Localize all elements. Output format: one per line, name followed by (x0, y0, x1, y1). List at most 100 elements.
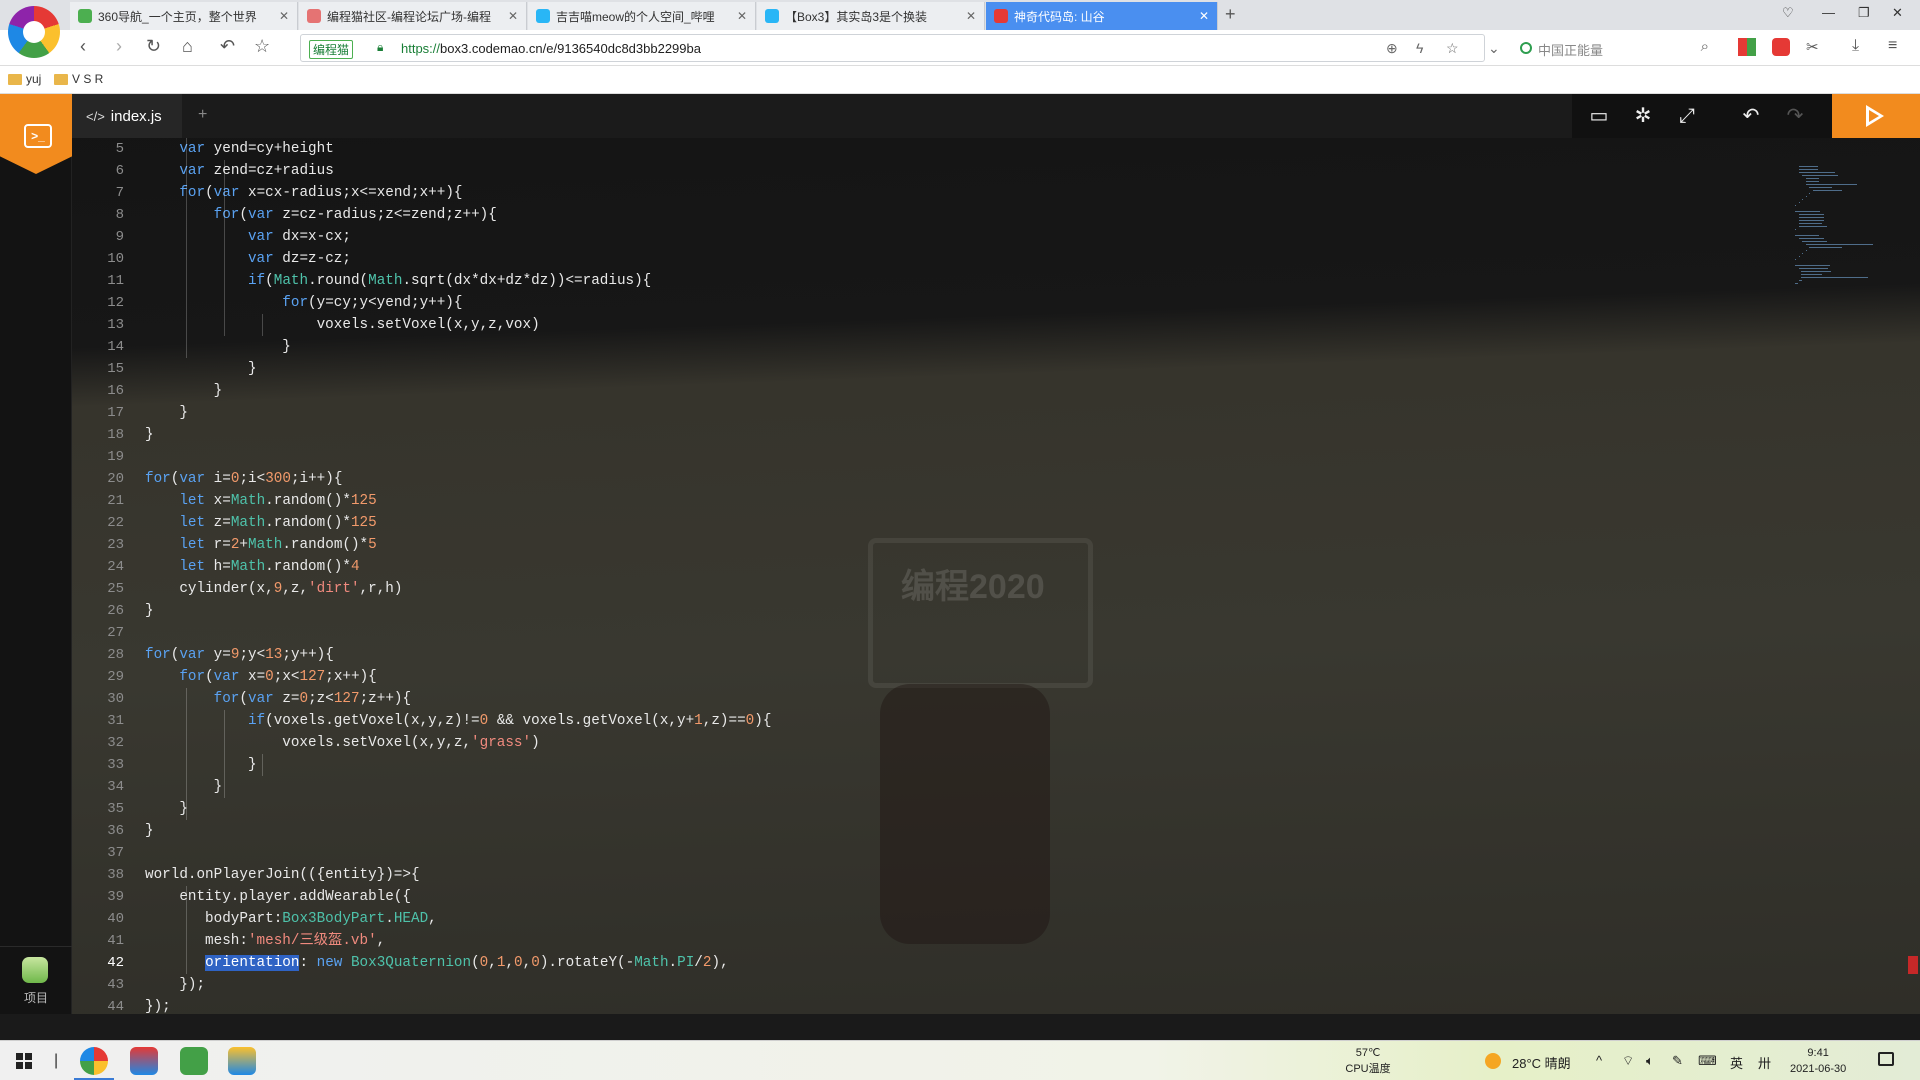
code-line[interactable]: for(var z=cz-radius;z<=zend;z++){ (145, 204, 771, 226)
debug-bug-icon[interactable]: ✲ (1630, 103, 1656, 129)
code-line[interactable]: var yend=cy+height (145, 138, 771, 160)
fullscreen-icon[interactable]: ⤢ (1674, 103, 1700, 129)
restore-icon[interactable]: ❐ (1858, 5, 1870, 21)
code-line[interactable]: var zend=cz+radius (145, 160, 771, 182)
close-tab-icon[interactable]: ✕ (508, 9, 518, 23)
weather-text[interactable]: 28°C 晴朗 (1512, 1053, 1571, 1072)
code-line[interactable]: for(var x=cx-radius;x<=xend;x++){ (145, 182, 771, 204)
task-view-icon[interactable]: | (54, 1052, 58, 1070)
code-line[interactable]: cylinder(x,9,z,'dirt',r,h) (145, 578, 771, 600)
code-line[interactable]: let x=Math.random()*125 (145, 490, 771, 512)
browser-tab-3[interactable]: 吉吉喵meow的个人空间_哔哩 ✕ (528, 2, 756, 30)
reload-icon[interactable]: ↻ (146, 36, 161, 57)
bookmark-folder-yuj[interactable]: yuj (8, 72, 41, 86)
code-line[interactable]: let h=Math.random()*4 (145, 556, 771, 578)
system-clock[interactable]: 9:41 2021-06-30 (1790, 1045, 1846, 1077)
search-box[interactable]: 中国正能量 ⌕ (1510, 34, 1715, 62)
pen-icon[interactable]: ✎ (1672, 1053, 1683, 1069)
code-line[interactable]: voxels.setVoxel(x,y,z,'grass') (145, 732, 771, 754)
undo-icon[interactable]: ↶ (1738, 103, 1764, 129)
code-line[interactable]: voxels.setVoxel(x,y,z,vox) (145, 314, 771, 336)
bookmark-folder-vsr[interactable]: V S R (54, 72, 103, 86)
code-line[interactable]: var dx=x-cx; (145, 226, 771, 248)
classroom-taskbar-icon[interactable] (180, 1047, 208, 1075)
tray-expand-icon[interactable]: ^ (1596, 1053, 1602, 1068)
code-line[interactable]: } (145, 754, 771, 776)
minimize-icon[interactable]: — (1822, 5, 1835, 20)
code-line[interactable] (145, 622, 771, 644)
code-line[interactable]: } (145, 380, 771, 402)
app-taskbar-icon[interactable] (130, 1047, 158, 1075)
game-taskbar-icon[interactable] (228, 1047, 256, 1075)
close-window-icon[interactable]: ✕ (1892, 5, 1903, 21)
code-line[interactable]: mesh:'mesh/三级盔.vb', (145, 930, 771, 952)
code-line[interactable]: orientation: new Box3Quaternion(0,1,0,0)… (145, 952, 771, 974)
code-area[interactable]: var yend=cy+height var zend=cz+radius fo… (145, 138, 771, 1014)
close-tab-icon[interactable]: ✕ (737, 9, 747, 23)
wifi-icon[interactable]: ⌔ (1622, 1053, 1634, 1069)
browser-tab-2[interactable]: 编程猫社区-编程论坛广场-编程 ✕ (299, 2, 527, 30)
apps-grid-icon[interactable] (1738, 38, 1756, 56)
comment-icon[interactable]: ▭ (1586, 103, 1612, 129)
browser-logo-icon[interactable] (8, 6, 60, 58)
menu-icon[interactable]: ≡ (1888, 37, 1897, 55)
code-line[interactable]: } (145, 402, 771, 424)
browser-taskbar-icon[interactable] (74, 1047, 114, 1080)
code-line[interactable]: } (145, 600, 771, 622)
code-line[interactable]: } (145, 776, 771, 798)
code-line[interactable]: for(var i=0;i<300;i++){ (145, 468, 771, 490)
code-line[interactable]: for(y=cy;y<yend;y++){ (145, 292, 771, 314)
code-line[interactable]: entity.player.addWearable({ (145, 886, 771, 908)
bookmark-star-icon[interactable]: ☆ (1446, 40, 1459, 57)
game-icon[interactable] (1772, 38, 1790, 56)
code-line[interactable]: for(var y=9;y<13;y++){ (145, 644, 771, 666)
code-line[interactable]: if(voxels.getVoxel(x,y,z)!=0 && voxels.g… (145, 710, 771, 732)
redo-icon[interactable]: ↷ (1782, 103, 1808, 129)
code-line[interactable]: }); (145, 974, 771, 996)
close-tab-icon[interactable]: ✕ (279, 9, 289, 23)
home-icon[interactable]: ⌂ (182, 36, 193, 57)
run-button[interactable] (1832, 94, 1920, 138)
cpu-temperature[interactable]: 57℃ CPU温度 (1338, 1045, 1398, 1077)
add-file-button[interactable]: + (198, 106, 207, 124)
favorite-star-icon[interactable]: ☆ (254, 36, 270, 57)
scissors-icon[interactable]: ✂ (1806, 38, 1819, 56)
ime-language[interactable]: 英 (1730, 1053, 1743, 1072)
download-icon[interactable]: ⤓ (1852, 37, 1859, 55)
url-text[interactable]: https://box3.codemao.cn/e/9136540dc8d3bb… (401, 41, 701, 56)
browser-tab-1[interactable]: 360导航_一个主页，整个世界 ✕ (70, 2, 298, 30)
add-icon[interactable]: ⊕ (1386, 40, 1398, 57)
code-line[interactable]: for(var x=0;x<127;x++){ (145, 666, 771, 688)
skin-icon[interactable]: ♡ (1782, 5, 1794, 21)
code-line[interactable] (145, 842, 771, 864)
browser-tab-active[interactable]: 神奇代码岛: 山谷 ✕ (986, 2, 1218, 30)
ime-mode-icon[interactable]: 卅 (1758, 1053, 1771, 1072)
lightning-icon[interactable]: ϟ (1416, 40, 1423, 56)
project-button[interactable]: 项目 (0, 946, 72, 1014)
code-line[interactable]: if(Math.round(Math.sqrt(dx*dx+dz*dz))<=r… (145, 270, 771, 292)
windows-start-icon[interactable] (16, 1053, 32, 1069)
keyboard-icon[interactable]: ⌨ (1698, 1053, 1717, 1069)
address-bar[interactable]: 编程猫 🔒︎ https://box3.codemao.cn/e/9136540… (300, 34, 1485, 62)
code-line[interactable]: let z=Math.random()*125 (145, 512, 771, 534)
new-tab-button[interactable]: + (1225, 4, 1236, 25)
code-line[interactable]: bodyPart:Box3BodyPart.HEAD, (145, 908, 771, 930)
volume-icon[interactable]: 🔈︎ (1646, 1053, 1654, 1069)
code-line[interactable]: } (145, 820, 771, 842)
notification-icon[interactable] (1878, 1052, 1894, 1066)
undo-close-icon[interactable]: ↶ (220, 36, 235, 57)
forward-icon[interactable]: › (116, 36, 122, 57)
code-line[interactable]: }); (145, 996, 771, 1014)
search-icon[interactable]: ⌕ (1701, 38, 1709, 55)
code-line[interactable]: } (145, 424, 771, 446)
code-minimap[interactable] (1787, 138, 1920, 438)
file-tab-index-js[interactable]: </> index.js (72, 94, 182, 138)
dropdown-chevron-icon[interactable]: ⌄ (1488, 40, 1500, 57)
code-line[interactable]: } (145, 336, 771, 358)
code-line[interactable]: for(var z=0;z<127;z++){ (145, 688, 771, 710)
close-tab-icon[interactable]: ✕ (1199, 9, 1209, 23)
code-line[interactable] (145, 446, 771, 468)
code-line[interactable]: world.onPlayerJoin(({entity})=>{ (145, 864, 771, 886)
close-tab-icon[interactable]: ✕ (966, 9, 976, 23)
back-icon[interactable]: ‹ (80, 36, 86, 57)
